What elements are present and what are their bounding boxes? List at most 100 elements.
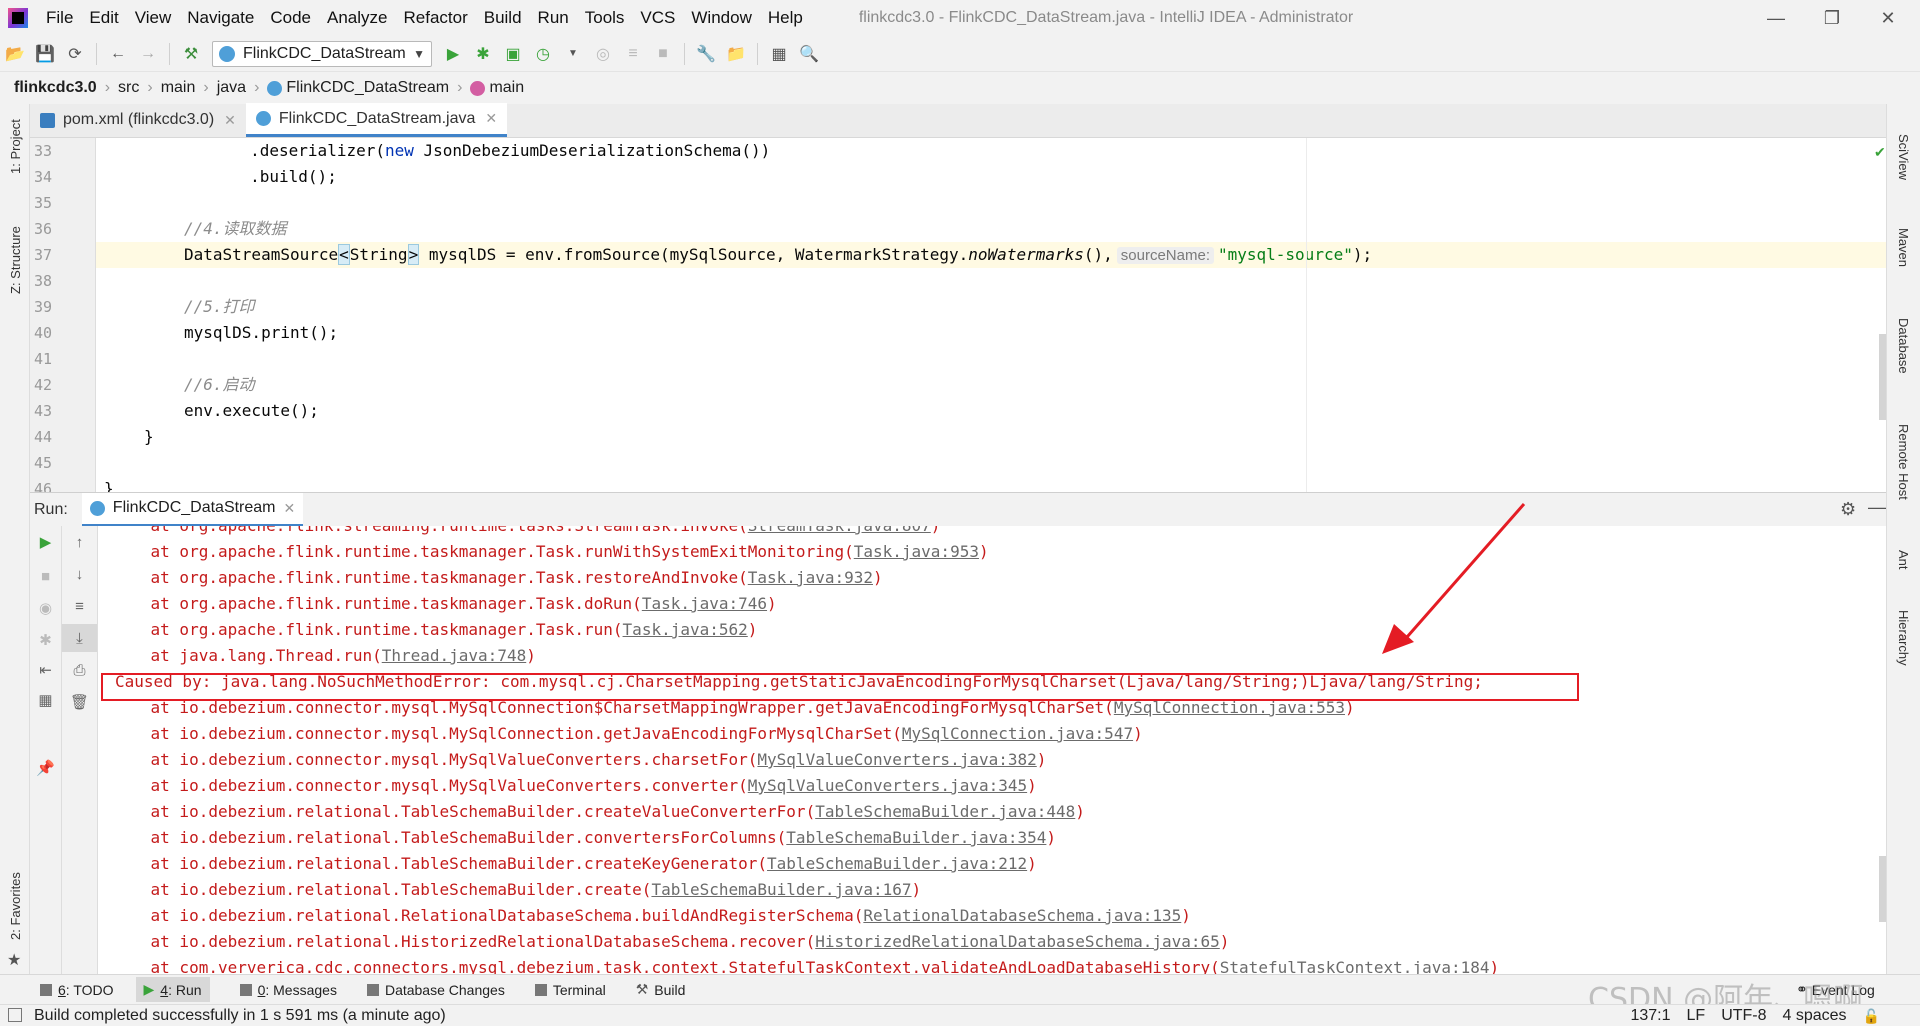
terminal-icon[interactable]: ▦ <box>764 39 794 69</box>
save-all-icon[interactable]: 💾 <box>30 39 60 69</box>
breadcrumb-src[interactable]: src <box>118 79 139 97</box>
lock-icon[interactable]: 🔓 <box>1863 1008 1880 1025</box>
attach-debugger-icon[interactable]: ◎ <box>588 39 618 69</box>
source-link[interactable]: StatefulTaskContext.java:184 <box>1220 958 1490 974</box>
source-link[interactable]: Thread.java:748 <box>382 646 527 665</box>
tool-window-ant[interactable]: Ant <box>1896 550 1911 570</box>
menu-edit[interactable]: Edit <box>81 0 126 36</box>
search-icon[interactable]: 🔍 <box>794 39 824 69</box>
debug-icon[interactable]: ✱ <box>468 39 498 69</box>
indent-setting[interactable]: 4 spaces <box>1783 1007 1847 1025</box>
tool-tab-terminal[interactable]: Terminal <box>534 982 606 998</box>
menu-build[interactable]: Build <box>476 0 530 36</box>
menu-file[interactable]: File <box>38 0 81 36</box>
source-link[interactable]: TableSchemaBuilder.java:212 <box>767 854 1027 873</box>
menu-window[interactable]: Window <box>683 0 759 36</box>
stop-icon[interactable]: ■ <box>648 39 678 69</box>
tool-window-remote-host[interactable]: Remote Host <box>1896 424 1911 500</box>
scroll-to-end-icon[interactable]: ⤓ <box>62 624 97 652</box>
gear-icon[interactable]: ⚙ <box>1840 499 1856 520</box>
line-separator[interactable]: LF <box>1687 1007 1706 1025</box>
source-link[interactable]: Task.java:953 <box>854 542 979 561</box>
run-icon[interactable]: ▶ <box>438 39 468 69</box>
profile-icon[interactable]: ◷ <box>528 39 558 69</box>
open-folder-icon[interactable]: 📂 <box>0 39 30 69</box>
caret-position[interactable]: 137:1 <box>1630 1007 1670 1025</box>
layout-icon[interactable]: ▦ <box>30 686 61 714</box>
tool-window-hierarchy[interactable]: Hierarchy <box>1896 610 1911 666</box>
stop-icon[interactable]: ■ <box>30 562 61 590</box>
source-link[interactable]: TableSchemaBuilder.java:167 <box>651 880 911 899</box>
run-tab[interactable]: FlinkCDC_DataStream ✕ <box>81 492 304 527</box>
minimize-icon[interactable]: — <box>1748 0 1804 36</box>
menu-run[interactable]: Run <box>530 0 577 36</box>
pin-icon[interactable]: 📌 <box>30 754 61 782</box>
tool-tab-todo[interactable]: 6: TODO <box>40 982 114 998</box>
exit-icon[interactable]: ⇤ <box>30 656 61 684</box>
arrow-up-icon[interactable]: ↑ <box>62 528 97 556</box>
run-configuration-select[interactable]: FlinkCDC_DataStream ▼ <box>212 40 432 67</box>
editor-scrollbar-thumb[interactable] <box>1879 334 1886 420</box>
tool-tab-run[interactable]: ▶ 4: Run <box>135 977 210 1002</box>
source-link[interactable]: Task.java:746 <box>642 594 767 613</box>
rerun-icon[interactable]: ▶ <box>30 528 61 556</box>
tool-window-maven[interactable]: Maven <box>1896 228 1911 267</box>
breadcrumb-main[interactable]: main <box>161 79 196 97</box>
tool-window-structure[interactable]: Z: Structure <box>8 226 23 294</box>
close-window-icon[interactable]: ✕ <box>1860 0 1916 36</box>
source-link[interactable]: Task.java:932 <box>748 568 873 587</box>
tool-window-database[interactable]: Database <box>1896 318 1911 374</box>
menu-vcs[interactable]: VCS <box>632 0 683 36</box>
tool-tab-build[interactable]: ⚒ Build <box>636 981 686 998</box>
menu-navigate[interactable]: Navigate <box>179 0 262 36</box>
tool-window-favorites[interactable]: 2: Favorites <box>8 872 23 940</box>
coverage-icon[interactable]: ▣ <box>498 39 528 69</box>
code-editor[interactable]: .deserializer(new JsonDebeziumDeserializ… <box>96 138 1886 492</box>
breadcrumb-class[interactable]: FlinkCDC_DataStream <box>286 79 449 97</box>
tab-flinkcdc-datastream[interactable]: FlinkCDC_DataStream.java ✕ <box>245 103 508 137</box>
source-link[interactable]: StreamTask.java:807 <box>748 526 931 535</box>
trash-icon[interactable]: 🗑 <box>62 688 97 716</box>
menu-refactor[interactable]: Refactor <box>395 0 475 36</box>
menu-code[interactable]: Code <box>262 0 319 36</box>
restore-icon[interactable]: ❐ <box>1804 0 1860 36</box>
source-link[interactable]: MySqlValueConverters.java:345 <box>748 776 1027 795</box>
tab-pom-xml[interactable]: pom.xml (flinkcdc3.0) ✕ <box>30 103 246 137</box>
breadcrumb-method[interactable]: main <box>489 79 524 97</box>
project-structure-icon[interactable]: 📁 <box>721 39 751 69</box>
source-link[interactable]: TableSchemaBuilder.java:354 <box>786 828 1046 847</box>
tool-tab-messages[interactable]: 0: Messages <box>239 982 337 998</box>
menu-help[interactable]: Help <box>760 0 811 36</box>
tool-window-project[interactable]: 1: Project <box>8 119 23 174</box>
breadcrumb-project[interactable]: flinkcdc3.0 <box>14 79 97 97</box>
print-icon[interactable]: ⎙ <box>62 656 97 684</box>
debug-icon[interactable]: ✱ <box>30 626 61 654</box>
close-icon[interactable]: ✕ <box>284 500 296 517</box>
tool-window-sciview[interactable]: SciView <box>1896 134 1911 180</box>
file-encoding[interactable]: UTF-8 <box>1721 1007 1766 1025</box>
sync-icon[interactable]: ⟳ <box>60 39 90 69</box>
source-link[interactable]: MySqlConnection.java:547 <box>902 724 1133 743</box>
source-link[interactable]: MySqlValueConverters.java:382 <box>757 750 1036 769</box>
update-icon[interactable]: ≡ <box>618 39 648 69</box>
source-link[interactable]: HistorizedRelationalDatabaseSchema.java:… <box>815 932 1220 951</box>
console-output[interactable]: at org.apache.flink.streaming.runtime.ta… <box>98 526 1886 974</box>
close-icon[interactable]: ✕ <box>224 112 236 129</box>
source-link[interactable]: Task.java:562 <box>623 620 748 639</box>
forward-arrow-icon[interactable]: → <box>133 39 163 69</box>
close-icon[interactable]: ✕ <box>485 110 497 127</box>
source-link[interactable]: RelationalDatabaseSchema.java:135 <box>863 906 1181 925</box>
arrow-down-icon[interactable]: ↓ <box>62 560 97 588</box>
status-message[interactable]: Build completed successfully in 1 s 591 … <box>34 1007 446 1025</box>
back-arrow-icon[interactable]: ← <box>103 39 133 69</box>
chevron-down-icon[interactable]: ▼ <box>558 39 588 69</box>
camera-icon[interactable]: ◉ <box>30 594 61 622</box>
settings-wrench-icon[interactable]: 🔧 <box>691 39 721 69</box>
menu-tools[interactable]: Tools <box>577 0 633 36</box>
soft-wrap-icon[interactable]: ≡ <box>62 592 97 620</box>
build-hammer-icon[interactable]: ⚒ <box>176 39 206 69</box>
hide-panel-icon[interactable]: — <box>1868 497 1886 518</box>
tool-tab-database-changes[interactable]: Database Changes <box>366 982 505 998</box>
status-toggle-icon[interactable] <box>8 1008 22 1022</box>
source-link[interactable]: TableSchemaBuilder.java:448 <box>815 802 1075 821</box>
